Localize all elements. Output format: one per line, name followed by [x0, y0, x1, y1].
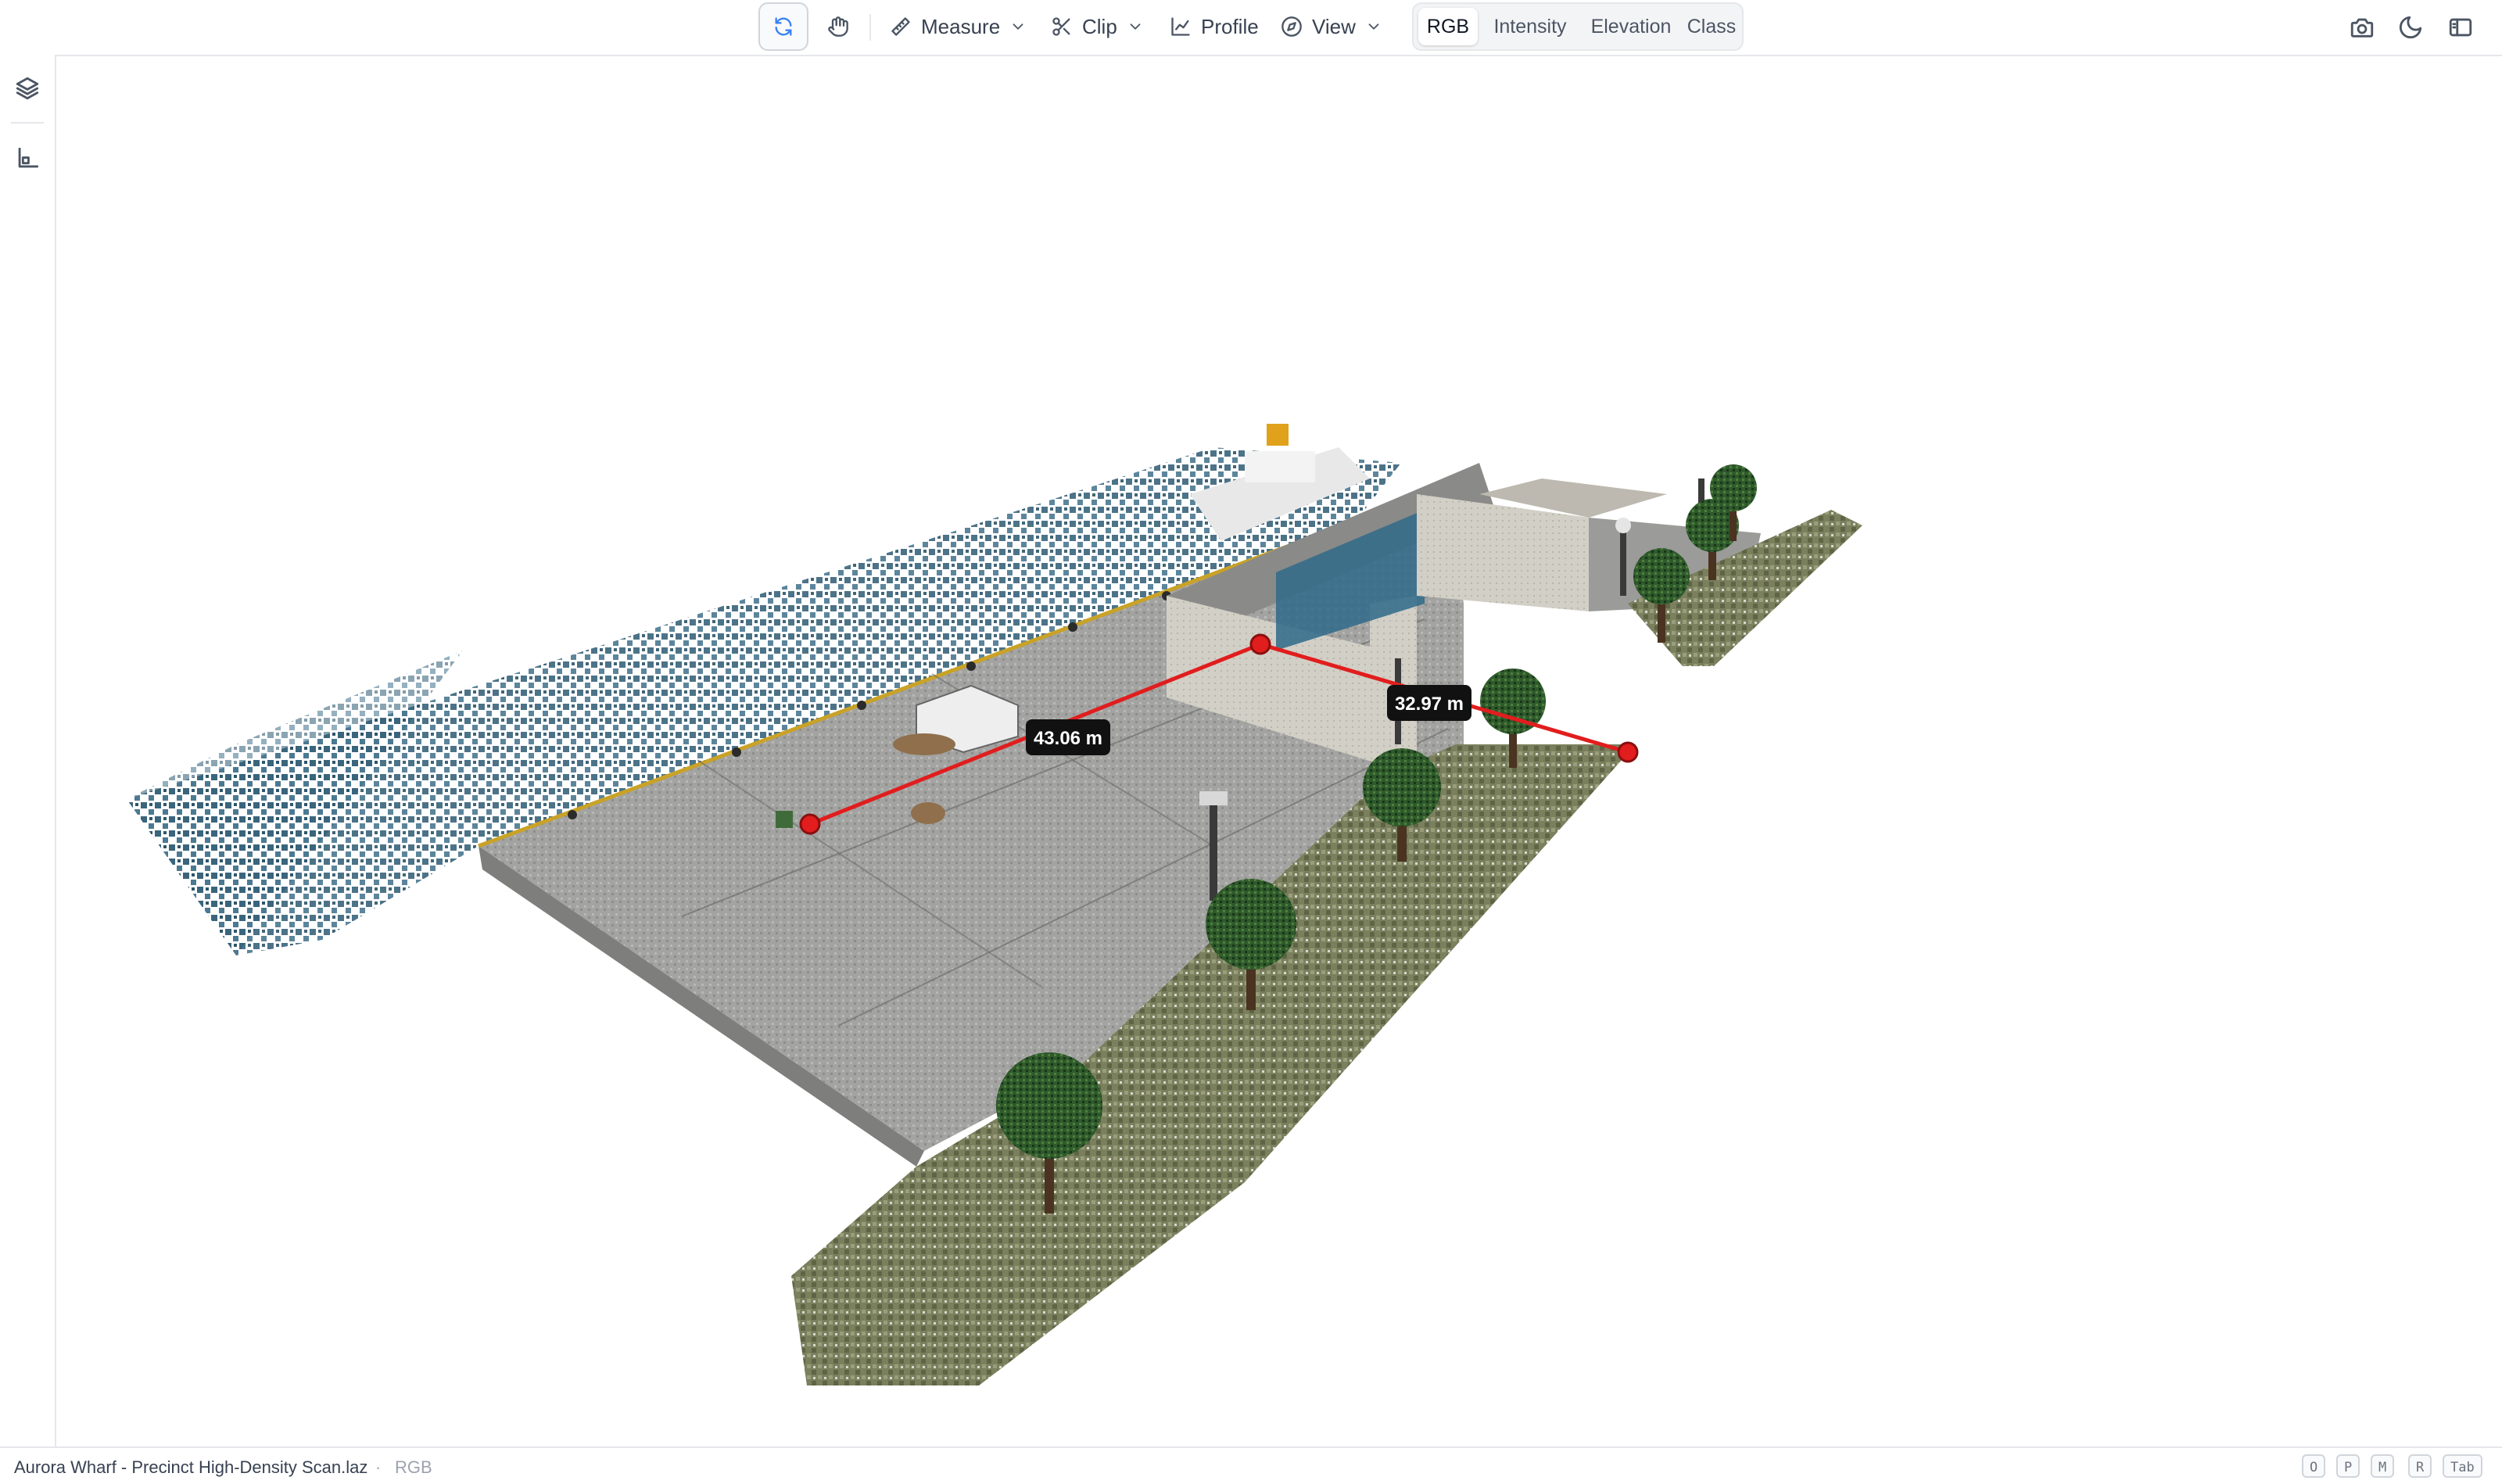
- color-mode-intensity[interactable]: Intensity: [1482, 8, 1578, 45]
- ruler-icon: [891, 17, 910, 36]
- shortcut-key-p: P: [2336, 1454, 2360, 1478]
- point-cloud-viewport[interactable]: 43.06 m 32.97 m: [56, 56, 2502, 1446]
- orbit-tool-button[interactable]: [758, 2, 808, 51]
- measure-dropdown[interactable]: Measure: [890, 2, 1027, 51]
- refresh-icon: [775, 17, 792, 36]
- theme-toggle-button[interactable]: [2397, 14, 2424, 41]
- clip-dropdown[interactable]: Clip: [1051, 2, 1144, 51]
- color-mode-rgb[interactable]: RGB: [1418, 8, 1478, 45]
- shortcut-key-tab: Tab: [2443, 1454, 2482, 1478]
- point-cloud-scene[interactable]: 43.06 m 32.97 m: [56, 56, 2502, 1446]
- distance-label-1: 43.06 m: [1026, 719, 1110, 755]
- axes-button[interactable]: [14, 145, 41, 172]
- shortcut-key-r: R: [2408, 1454, 2432, 1478]
- color-mode-elevation[interactable]: Elevation: [1581, 8, 1681, 45]
- left-tool-rail: [0, 55, 56, 1446]
- camera-icon: [2350, 18, 2374, 38]
- screenshot-button[interactable]: [2349, 14, 2375, 41]
- top-toolbar: Measure Clip Profile View RGB Intensity …: [0, 0, 2502, 56]
- rail-divider: [11, 122, 44, 124]
- profile-label: Profile: [1201, 14, 1259, 38]
- measure-label: Measure: [921, 14, 1001, 38]
- status-separator: ·: [375, 1457, 382, 1477]
- axes-icon: [18, 147, 39, 168]
- sidebar-toggle-button[interactable]: [2447, 14, 2474, 41]
- moon-icon: [2399, 16, 2422, 39]
- scissors-icon: [1052, 17, 1070, 36]
- view-label: View: [1312, 14, 1356, 38]
- profile-button[interactable]: Profile: [1170, 2, 1259, 51]
- layers-icon: [16, 77, 39, 100]
- shortcut-key-o: O: [2302, 1454, 2326, 1478]
- layers-button[interactable]: [14, 75, 41, 102]
- pan-tool-button[interactable]: [813, 2, 863, 51]
- file-name: Aurora Wharf - Precinct High-Density Sca…: [14, 1457, 368, 1477]
- color-mode-class[interactable]: Class: [1684, 8, 1739, 45]
- distance-label-2-text: 32.97 m: [1395, 694, 1464, 715]
- compass-icon: [1281, 16, 1302, 37]
- measure-point[interactable]: [1249, 633, 1271, 655]
- chevron-down-icon: [1130, 23, 1141, 30]
- line-chart-icon: [1171, 17, 1190, 36]
- measure-point[interactable]: [799, 813, 821, 835]
- clip-label: Clip: [1082, 14, 1117, 38]
- chevron-down-icon: [1013, 23, 1023, 30]
- measure-point[interactable]: [1617, 741, 1639, 763]
- hand-icon: [828, 16, 848, 37]
- color-mode-segmented-control: RGB Intensity Elevation Class: [1412, 2, 1744, 51]
- sidebar-icon: [2449, 18, 2472, 37]
- toolbar-divider: [869, 14, 871, 41]
- distance-label-2: 32.97 m: [1387, 685, 1471, 721]
- status-bar: Aurora Wharf - Precinct High-Density Sca…: [0, 1446, 2502, 1484]
- status-color-mode: RGB: [395, 1457, 432, 1477]
- chevron-down-icon: [1368, 23, 1379, 30]
- view-dropdown[interactable]: View: [1281, 2, 1382, 51]
- shortcut-key-m: M: [2371, 1454, 2395, 1478]
- distance-label-1-text: 43.06 m: [1034, 728, 1102, 749]
